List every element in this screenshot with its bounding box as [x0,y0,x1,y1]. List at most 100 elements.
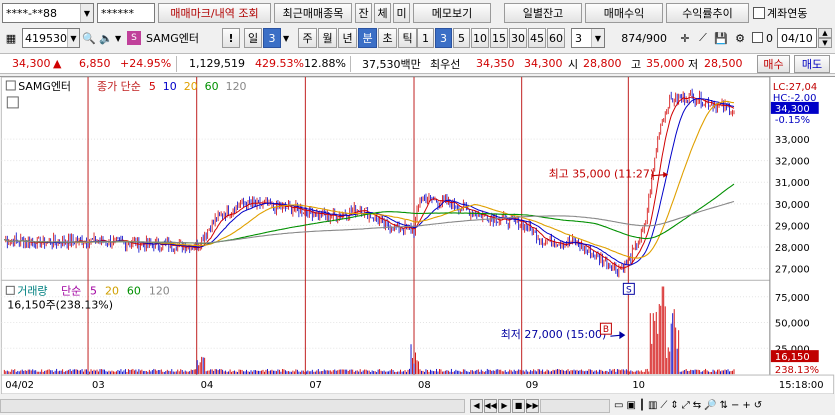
date-tick-label: 03 [92,380,105,391]
scroll-left-icon[interactable]: ◀ [470,398,483,413]
buy-button[interactable]: 매수 [757,54,790,73]
price-tick-label: 31,000 [775,178,810,189]
chevron-down-icon[interactable]: ▼ [283,34,289,43]
best-bid: 34,300 [524,57,563,70]
volume-rate-axis: 238.13% [775,365,819,376]
rewind-icon[interactable]: ◀◀ [484,398,497,413]
account-link-checkbox[interactable]: 계좌연동 [753,5,807,21]
memo-button[interactable]: 메모보기 [413,3,491,23]
split-icon[interactable]: ⇅ [720,400,728,411]
search-icon[interactable]: 🔍 [80,28,98,48]
period-tab[interactable]: 월 [318,28,337,48]
open-label: 시 [568,57,579,71]
legend-box-icon[interactable] [5,80,16,91]
crosshair-icon[interactable]: ✛ [676,28,694,48]
draw-line-icon[interactable]: ⟋ [694,28,712,48]
volume-value: 1,129,519 [189,57,245,70]
line-chart-icon[interactable]: ⟋ [660,400,667,411]
minute-tab[interactable]: 10 [471,28,489,48]
period-value[interactable]: 3 [263,28,281,48]
zoom-icon[interactable]: 🔎 [704,400,716,411]
stop-icon[interactable]: ■ [512,398,525,413]
recent-trade-button[interactable]: 최근매매종목 [274,3,352,23]
play-icon[interactable]: ▶ [498,398,511,413]
alert-button[interactable]: ! [222,28,240,48]
count-display: 874/900 [610,28,670,48]
minute-tab[interactable]: 15 [490,28,508,48]
date-input[interactable]: 04/10 [777,28,817,48]
price-ma-period: 60 [205,80,219,93]
account-select[interactable]: ****-**88 ▼ [2,3,94,23]
legend-box-icon[interactable] [5,285,15,295]
step-icon[interactable]: ▶▶ [526,398,539,413]
spin-down-icon[interactable]: ▼ [818,38,832,48]
volume-rate: 429.53% [255,57,304,70]
high-label: 고 [631,57,642,71]
period-tab[interactable]: 초 [378,28,397,48]
window-icon[interactable]: ▣ [626,400,635,411]
price-tick-label: 30,000 [775,200,810,211]
gear-icon[interactable]: ⚙ [731,28,749,48]
date-spin[interactable]: ▲ ▼ [818,28,832,48]
period-tab[interactable]: 주 [298,28,317,48]
minute-tabs: 1 3 5 10 15 30 45 60 [417,28,566,48]
bar-chart-icon[interactable]: ▥ [648,400,657,411]
minute-tab[interactable]: 60 [547,28,565,48]
grid-icon[interactable]: ▦ [2,28,20,48]
speaker-icon[interactable]: 🔈 [97,28,115,48]
count-select[interactable]: 3 ▼ [571,28,605,48]
period-tab[interactable]: 년 [338,28,357,48]
account-link-label: 계좌연동 [767,7,808,20]
trade-amount: 37,530백만 [362,57,421,71]
count-total: /900 [642,31,667,45]
fit-icon[interactable]: ⤢ [682,400,690,411]
calc-icon[interactable] [6,96,19,109]
price-ma-period: 20 [184,80,198,93]
minute-tab[interactable]: 1 [417,28,434,48]
minute-tab[interactable]: 3 [435,28,452,48]
chart-toolbar: ▦ 419530 ▼ 🔍 🔈 ▼ S SAMG엔터 ! 일 3 ▼ 주월년분초틱… [0,27,835,49]
plus-icon[interactable]: + [742,400,750,411]
zoom-scrollbar[interactable] [540,399,610,413]
minute-tab[interactable]: 45 [528,28,546,48]
candle-icon[interactable]: ┃ [639,400,645,411]
checkbox-box[interactable] [753,7,765,19]
save-icon[interactable]: 💾 [712,28,730,48]
minute-tab[interactable]: 30 [509,28,527,48]
compare-icon[interactable]: ⇆ [693,400,701,411]
stock-code: 419530 [25,31,67,45]
chart-scrollbar[interactable] [0,399,465,413]
chevron-down-icon: ▼ [67,29,79,47]
current-price-axis: 34,300 [775,104,810,115]
low-label: 저 [688,57,699,71]
period-tab[interactable]: 분 [358,28,377,48]
daily-balance-button[interactable]: 일별잔고 [504,3,582,23]
stock-code-select[interactable]: 419530 ▼ [22,28,80,48]
profit-trend-button[interactable]: 수익률추이 [666,3,749,23]
reset-icon[interactable]: ↺ [754,400,762,411]
square-icon[interactable]: ▭ [614,400,623,411]
price-tick-label: 27,000 [775,265,810,276]
balance-button[interactable]: 잔 [355,3,372,23]
period-tab[interactable]: 틱 [398,28,417,48]
price-tick-label: 33,000 [775,135,810,146]
minute-tab[interactable]: 5 [453,28,470,48]
unfilled-button[interactable]: 미 [393,3,410,23]
lc-label: LC:27,04 [773,82,817,93]
minus-icon[interactable]: − [731,400,739,411]
trade-profit-button[interactable]: 매매수익 [585,3,663,23]
password-input[interactable]: ****** [97,3,155,23]
sell-button[interactable]: 매도 [794,54,830,73]
date-checkbox[interactable] [752,32,763,43]
period-day-label[interactable]: 일 [244,28,262,48]
executed-button[interactable]: 체 [374,3,391,23]
volume-ma-period: 120 [149,284,170,297]
account-toolbar: ****-**88 ▼ ****** 매매마크/내역 조회 최근매매종목 잔 체… [0,2,835,24]
date-tick-label: 04/02 [5,380,34,391]
volume-ma-label: 단순 [61,284,81,297]
spin-up-icon[interactable]: ▲ [818,28,832,38]
trade-mark-button[interactable]: 매매마크/내역 조회 [158,3,271,23]
stock-chart[interactable]: SAMG엔터 종가 단순 5 10 20 60 120 거래량 단순 5 20 60 120 16,150… [0,76,835,394]
scale-icon[interactable]: ⇕ [670,400,678,411]
chevron-down-icon[interactable]: ▼ [115,28,125,48]
